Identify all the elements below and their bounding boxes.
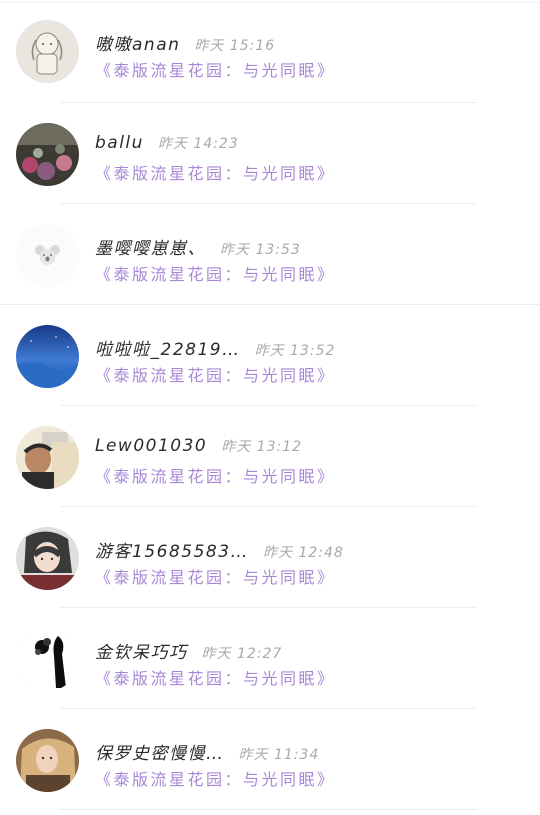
drama-link[interactable]: 《泰版流星花园：与光同眠》 bbox=[95, 463, 336, 487]
avatar[interactable] bbox=[16, 729, 79, 792]
list-item[interactable]: 啦啦啦_22819… 昨天 13:52 《泰版流星花园：与光同眠》 bbox=[0, 305, 540, 406]
user-name[interactable]: ballu bbox=[95, 133, 144, 153]
silhouette-flowers-avatar-icon bbox=[16, 628, 79, 691]
timestamp: 昨天 13:12 bbox=[221, 439, 303, 455]
timestamp: 昨天 11:34 bbox=[238, 747, 320, 763]
drama-link[interactable]: 《泰版流星花园：与光同眠》 bbox=[95, 57, 336, 81]
avatar[interactable] bbox=[16, 426, 79, 489]
divider bbox=[60, 809, 477, 810]
timestamp: 昨天 13:52 bbox=[254, 343, 336, 359]
cartoon-girl-avatar-icon bbox=[16, 20, 79, 83]
user-name[interactable]: 金钦呆巧巧 bbox=[95, 638, 188, 663]
list-item[interactable]: 保罗史密慢慢… 昨天 11:34 《泰版流星花园：与光同眠》 bbox=[0, 709, 540, 810]
timestamp: 昨天 14:23 bbox=[157, 136, 239, 152]
comment-list-page: 嗷嗷anan 昨天 15:16 《泰版流星花园：与光同眠》 ballu 昨天 1… bbox=[0, 0, 540, 815]
flower-shop-avatar-icon bbox=[16, 123, 79, 186]
timestamp: 昨天 12:48 bbox=[263, 545, 344, 561]
avatar[interactable] bbox=[16, 325, 79, 388]
user-name[interactable]: 啦啦啦_22819… bbox=[95, 335, 241, 360]
koala-avatar-icon bbox=[16, 224, 79, 287]
drama-link[interactable]: 《泰版流星花园：与光同眠》 bbox=[95, 564, 336, 588]
list-item[interactable]: 嗷嗷anan 昨天 15:16 《泰版流星花园：与光同眠》 bbox=[0, 0, 540, 103]
comment-list[interactable]: 嗷嗷anan 昨天 15:16 《泰版流星花园：与光同眠》 ballu 昨天 1… bbox=[0, 0, 540, 810]
avatar[interactable] bbox=[16, 20, 79, 83]
anime-character-avatar-icon bbox=[16, 527, 79, 590]
user-name[interactable]: 墨嘤嘤崽崽、 bbox=[95, 234, 206, 259]
user-name[interactable]: 嗷嗷anan bbox=[95, 30, 180, 55]
list-item[interactable]: 金钦呆巧巧 昨天 12:27 《泰版流星花园：与光同眠》 bbox=[0, 608, 540, 709]
list-item[interactable]: 墨嘤嘤崽崽、 昨天 13:53 《泰版流星花园：与光同眠》 bbox=[0, 204, 540, 305]
avatar[interactable] bbox=[16, 224, 79, 287]
user-name[interactable]: Lew001030 bbox=[95, 436, 207, 456]
list-item[interactable]: ballu 昨天 14:23 《泰版流星花园：与光同眠》 bbox=[0, 103, 540, 204]
drama-link[interactable]: 《泰版流星花园：与光同眠》 bbox=[95, 766, 336, 790]
timestamp: 昨天 13:53 bbox=[220, 242, 301, 258]
drama-link[interactable]: 《泰版流星花园：与光同眠》 bbox=[95, 261, 336, 285]
drama-link[interactable]: 《泰版流星花园：与光同眠》 bbox=[95, 160, 336, 184]
list-item[interactable]: 游客15685583… 昨天 12:48 《泰版流星花园：与光同眠》 bbox=[0, 507, 540, 608]
person-photo-avatar-icon bbox=[16, 426, 79, 489]
timestamp: 昨天 12:27 bbox=[201, 646, 283, 662]
user-name[interactable]: 游客15685583… bbox=[95, 537, 249, 562]
avatar[interactable] bbox=[16, 527, 79, 590]
drama-link[interactable]: 《泰版流星花园：与光同眠》 bbox=[95, 362, 336, 386]
night-sky-avatar-icon bbox=[16, 325, 79, 388]
timestamp: 昨天 15:16 bbox=[194, 38, 276, 54]
blonde-girl-avatar-icon bbox=[16, 729, 79, 792]
avatar[interactable] bbox=[16, 123, 79, 186]
list-item[interactable]: Lew001030 昨天 13:12 《泰版流星花园：与光同眠》 bbox=[0, 406, 540, 507]
drama-link[interactable]: 《泰版流星花园：与光同眠》 bbox=[95, 665, 336, 689]
avatar[interactable] bbox=[16, 628, 79, 691]
user-name[interactable]: 保罗史密慢慢… bbox=[95, 739, 225, 764]
